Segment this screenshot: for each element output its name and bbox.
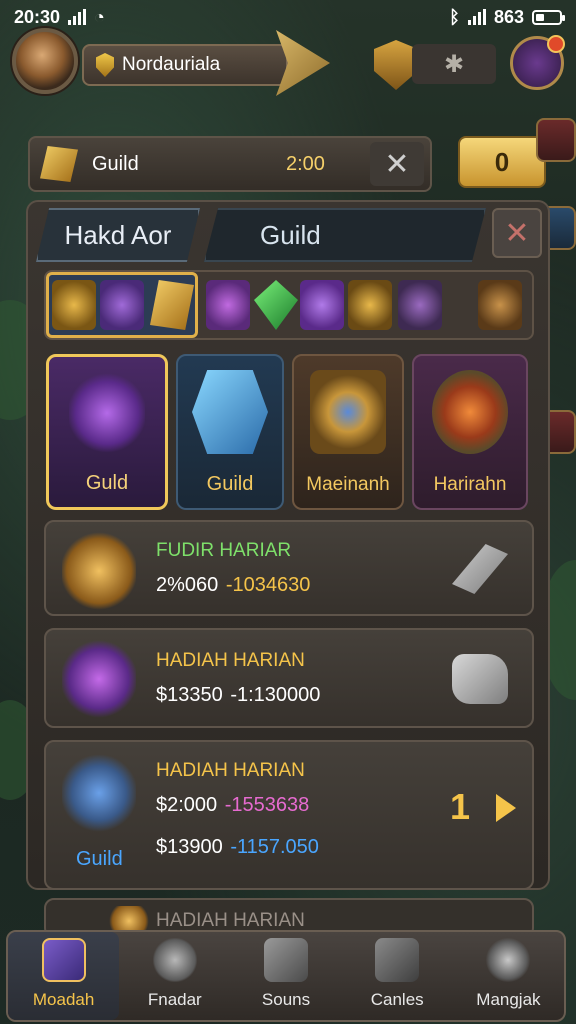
category-card-guld[interactable]: Guld [46,354,168,510]
nav-label: Souns [261,990,311,1009]
category-label: Harirahn [433,474,507,495]
gold-ingot-icon [40,146,78,182]
reward-title: HADIAH HARIAN [156,760,305,781]
nav-moadah[interactable]: Moadah [8,932,120,1020]
notification-dot [547,35,565,53]
battery-text: 863 [493,6,524,27]
purple-cannon-icon[interactable] [100,280,144,330]
reward-title: HADIAH HARIAN [156,910,305,931]
gold-key-icon[interactable] [348,280,392,330]
player-avatar[interactable] [12,28,78,94]
player-name: Nordauriala [122,54,221,75]
fire-orb-icon [432,370,508,454]
bottom-navigation: Moadah Fnadar Souns Canles Mangjak [6,930,566,1022]
reward-row[interactable]: Guild HADIAH HARIAN $2:000 -1553638 $139… [44,740,534,890]
reward-row[interactable]: FUDIR HARIAR 2%060 -1034630 [44,520,534,616]
signal-icon-right [467,9,486,25]
settings-panel[interactable]: ✱ [412,44,496,84]
rank-shield-icon [96,53,114,77]
category-label: Guld [85,472,129,494]
category-card-guild[interactable]: Guild [176,354,284,510]
category-label: Guild [206,473,254,495]
category-card-harirahn[interactable]: Harirahn [412,354,528,510]
reward-value: $13350 -1:130000 [156,684,321,706]
eagle-icon [152,938,197,982]
home-shield-icon [41,938,86,982]
reward-title: FUDIR HARIAR [156,540,292,561]
golden-cannon-icon[interactable] [52,280,96,330]
signal-icon [68,9,87,25]
blue-armor-icon [62,754,136,832]
reward-icon-label: Guild [76,848,123,870]
bluetooth-icon: ᛒ [449,6,460,27]
panel-close-button[interactable]: ✕ [492,208,542,258]
helmet-icon [486,938,531,982]
nav-label: Moadah [32,990,95,1009]
reward-value: 2%060 -1034630 [156,574,311,596]
reward-badge: 1 [449,786,470,827]
bronze-shield-icon[interactable] [478,280,522,330]
category-card-maeinanh[interactable]: Maeinanh [292,354,404,510]
reward-value-secondary: $13900 -1157.050 [156,836,319,858]
battery-icon [532,9,565,25]
reward-row[interactable]: HADIAH HARIAN $13350 -1:130000 [44,628,534,728]
chevron-right-icon[interactable] [496,794,516,822]
nav-label: Canles [370,990,424,1009]
close-icon[interactable]: ✕ [370,142,424,186]
reward-title: HADIAH HARIAN [156,650,305,671]
gold-shrine-icon [310,370,386,454]
guild-bar[interactable]: Guild 2:00 ✕ [28,136,432,192]
guild-bar-label: Guild [92,153,139,175]
purple-crystal-icon[interactable] [300,280,344,330]
tab-hakd-aor[interactable]: Hakd Aor [36,208,200,262]
wifi-icon: ◔ [94,6,105,27]
hero-portrait-button[interactable] [510,35,565,90]
gold-counter-button[interactable]: 0 [458,136,546,188]
nav-label: Fnadar [147,990,202,1009]
category-label: Maeinanh [306,474,390,495]
status-bar: 20:30 ◔ ᛒ 863 [0,0,576,34]
stone-icon[interactable] [452,654,508,704]
sword-icon[interactable] [452,544,508,594]
nav-mangjak[interactable]: Mangjak [453,932,564,1020]
side-event-icon[interactable] [536,118,576,162]
quest-board-icon [375,938,420,982]
reward-value: $2:000 -1553638 [156,794,310,816]
status-time: 20:30 [14,6,61,27]
purple-chest-icon[interactable] [398,280,442,330]
treasure-chest-icon [62,532,136,610]
tab-guild[interactable]: Guild [204,208,486,262]
nav-fnadar[interactable]: Fnadar [119,932,230,1020]
nav-souns[interactable]: Souns [230,932,341,1020]
nav-label: Mangjak [476,990,541,1009]
purple-staff-icon [62,640,136,718]
scroll-icon [264,938,308,982]
blue-crystal-icon [192,370,268,454]
gear-icon: ✱ [443,50,465,78]
player-name-bar[interactable]: Nordauriala [82,44,288,86]
purple-scepter-icon [69,371,145,455]
nav-canles[interactable]: Canles [342,932,453,1020]
purple-helmet-icon[interactable] [206,280,250,330]
guild-timer: 2:00 [286,153,325,175]
